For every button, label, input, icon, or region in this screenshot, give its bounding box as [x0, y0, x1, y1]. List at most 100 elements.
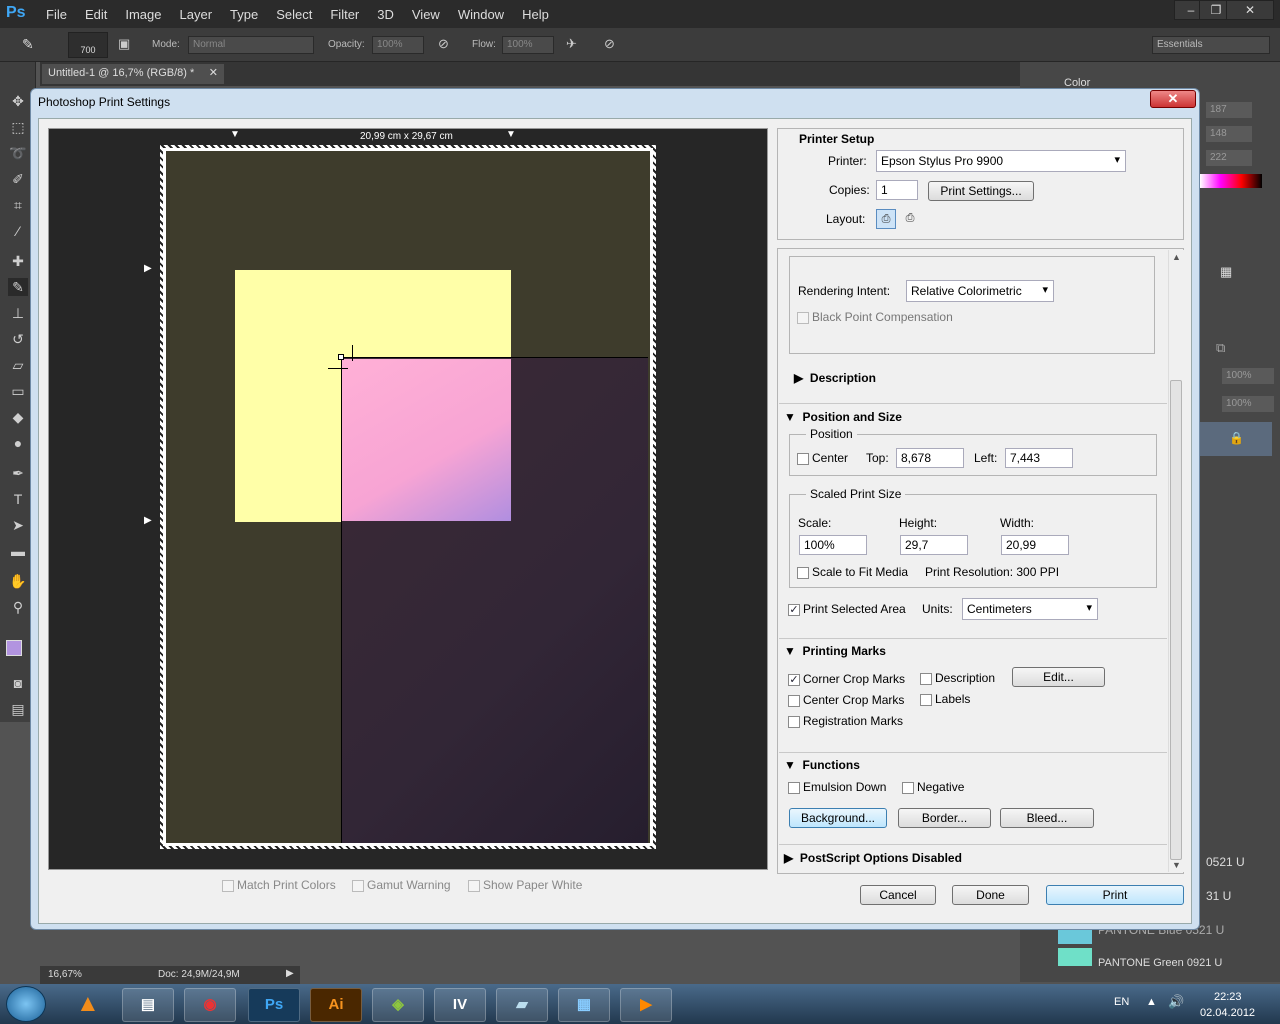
description-mark-option[interactable]: Description: [920, 671, 995, 685]
border-button[interactable]: Border...: [898, 808, 991, 828]
scale-to-fit-checkbox[interactable]: [797, 566, 809, 579]
left-margin-handle-icon[interactable]: ▼: [230, 129, 240, 140]
illustrator-task-button[interactable]: Ai: [310, 988, 362, 1022]
grid-icon[interactable]: ▦: [1220, 264, 1232, 280]
scale-input[interactable]: 100%: [799, 535, 867, 555]
mode-select[interactable]: Normal: [188, 36, 314, 54]
portrait-layout-icon[interactable]: ⎙: [876, 209, 896, 229]
description-mark-checkbox[interactable]: [920, 672, 932, 685]
blue-value[interactable]: 222: [1206, 150, 1252, 166]
stamp-tool-icon[interactable]: ⊥: [8, 304, 28, 322]
scale-to-fit-option[interactable]: Scale to Fit Media: [797, 565, 908, 579]
labels-checkbox[interactable]: [920, 693, 932, 706]
pressure-opacity-icon[interactable]: ⊘: [438, 36, 449, 52]
explorer-task-button[interactable]: ▤: [122, 988, 174, 1022]
pen-tool-icon[interactable]: ✒: [8, 464, 28, 482]
scrollbar-thumb[interactable]: [1170, 380, 1182, 860]
chrome-task-button[interactable]: ◉: [184, 988, 236, 1022]
tray-arrow-icon[interactable]: ▲: [1146, 996, 1157, 1008]
copies-input[interactable]: 1: [876, 180, 918, 200]
flow-input[interactable]: 100%: [502, 36, 554, 54]
swatch-chip-green[interactable]: [1058, 948, 1092, 966]
negative-option[interactable]: Negative: [902, 780, 964, 794]
menu-3d[interactable]: 3D: [377, 7, 394, 22]
gamut-warning-option[interactable]: Gamut Warning: [352, 878, 451, 892]
printer-select[interactable]: Epson Stylus Pro 9900: [876, 150, 1126, 172]
gradient-tool-icon[interactable]: ▭: [8, 382, 28, 400]
move-tool-icon[interactable]: ✥: [8, 92, 28, 110]
print-selected-area-option[interactable]: ✓ Print Selected Area: [788, 602, 906, 616]
lock-pixels-icon[interactable]: ⧉: [1216, 340, 1225, 356]
corner-crop-marks-checkbox[interactable]: ✓: [788, 673, 800, 686]
menu-window[interactable]: Window: [458, 7, 504, 22]
start-button[interactable]: [6, 986, 46, 1022]
emulsion-down-option[interactable]: Emulsion Down: [788, 780, 886, 794]
menu-edit[interactable]: Edit: [85, 7, 107, 22]
green-value[interactable]: 148: [1206, 126, 1252, 142]
registration-marks-checkbox[interactable]: [788, 715, 800, 728]
clock-date[interactable]: 02.04.2012: [1200, 1007, 1255, 1019]
menu-select[interactable]: Select: [276, 7, 312, 22]
hand-tool-icon[interactable]: ✋: [8, 572, 28, 590]
printing-marks-section-header[interactable]: ▼ Printing Marks: [784, 644, 886, 658]
registration-marks-option[interactable]: Registration Marks: [788, 714, 903, 728]
status-menu-icon[interactable]: ▶: [286, 968, 294, 979]
workspace-select[interactable]: Essentials: [1152, 36, 1270, 54]
scroll-up-icon[interactable]: ▲: [1172, 252, 1181, 262]
quick-select-tool-icon[interactable]: ✐: [8, 170, 28, 188]
emulsion-down-checkbox[interactable]: [788, 781, 800, 794]
brush-panel-icon[interactable]: ▣: [118, 36, 130, 52]
black-point-option[interactable]: Black Point Compensation: [797, 310, 953, 324]
swatch-name-2[interactable]: 31 U: [1206, 889, 1231, 903]
postscript-section-header[interactable]: ▶ PostScript Options Disabled: [784, 851, 962, 865]
notepad-task-button[interactable]: ▰: [496, 988, 548, 1022]
center-option[interactable]: Center: [797, 451, 848, 465]
quick-mask-icon[interactable]: ◙: [8, 674, 28, 692]
brush-size-picker[interactable]: 700: [68, 32, 108, 58]
foreground-color-swatch[interactable]: [6, 640, 22, 656]
crop-tool-icon[interactable]: ⌗: [8, 196, 28, 214]
right-margin-handle-icon[interactable]: ▼: [506, 129, 516, 140]
brush-tool-icon[interactable]: ✎: [8, 278, 28, 296]
black-point-checkbox[interactable]: [797, 311, 809, 324]
labels-option[interactable]: Labels: [920, 692, 970, 706]
dodge-tool-icon[interactable]: ●: [8, 434, 28, 452]
match-print-colors-option[interactable]: Match Print Colors: [222, 878, 336, 892]
zoom-tool-icon[interactable]: ⚲: [8, 598, 28, 616]
left-input[interactable]: 7,443: [1005, 448, 1073, 468]
rendering-intent-select[interactable]: Relative Colorimetric: [906, 280, 1054, 302]
center-crop-marks-checkbox[interactable]: [788, 694, 800, 707]
app-close-button[interactable]: ✕: [1226, 0, 1274, 20]
gamut-warning-checkbox[interactable]: [352, 879, 364, 892]
menu-view[interactable]: View: [412, 7, 440, 22]
show-paper-white-option[interactable]: Show Paper White: [468, 878, 582, 892]
menu-help[interactable]: Help: [522, 7, 549, 22]
healing-tool-icon[interactable]: ✚: [8, 252, 28, 270]
path-select-tool-icon[interactable]: ➤: [8, 516, 28, 534]
language-indicator[interactable]: EN: [1114, 996, 1129, 1008]
swatch-name-4[interactable]: PANTONE Green 0921 U: [1098, 957, 1222, 969]
bottom-margin-handle-icon[interactable]: ▶: [144, 515, 152, 526]
dialog-close-button[interactable]: ✕: [1150, 90, 1196, 108]
app-task-button-alt[interactable]: ◈: [372, 988, 424, 1022]
height-input[interactable]: 29,7: [900, 535, 968, 555]
menu-type[interactable]: Type: [230, 7, 258, 22]
done-button[interactable]: Done: [952, 885, 1029, 905]
cancel-button[interactable]: Cancel: [860, 885, 936, 905]
edit-marks-button[interactable]: Edit...: [1012, 667, 1105, 687]
airbrush-icon[interactable]: ✈: [566, 36, 577, 52]
iv-task-button[interactable]: IV: [434, 988, 486, 1022]
bleed-button[interactable]: Bleed...: [1000, 808, 1094, 828]
top-input[interactable]: 8,678: [896, 448, 964, 468]
show-paper-white-checkbox[interactable]: [468, 879, 480, 892]
landscape-layout-icon[interactable]: ⎙: [900, 209, 920, 229]
center-checkbox[interactable]: [797, 452, 809, 465]
print-selected-area-checkbox[interactable]: ✓: [788, 603, 800, 616]
menu-filter[interactable]: Filter: [330, 7, 359, 22]
history-brush-tool-icon[interactable]: ↺: [8, 330, 28, 348]
functions-section-header[interactable]: ▼ Functions: [784, 758, 860, 772]
scroll-down-icon[interactable]: ▼: [1172, 860, 1181, 870]
type-tool-icon[interactable]: T: [8, 490, 28, 508]
description-section-header[interactable]: ▶ Description: [794, 371, 876, 385]
units-select[interactable]: Centimeters: [962, 598, 1098, 620]
